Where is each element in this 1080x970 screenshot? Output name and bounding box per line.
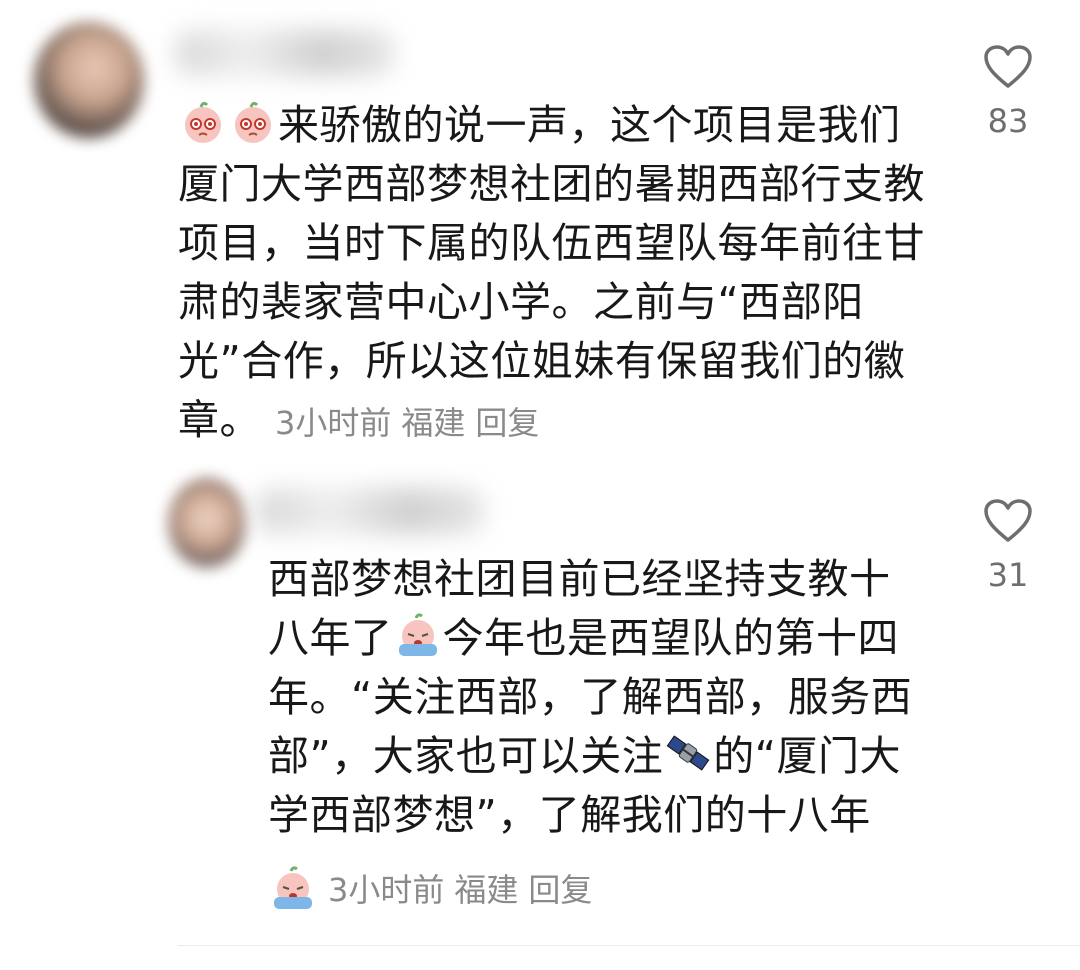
crying-peach-emoji xyxy=(270,865,316,911)
like-button[interactable]: 31 xyxy=(968,498,1048,594)
username-blurred[interactable] xyxy=(175,30,395,76)
reply-button[interactable]: 回复 xyxy=(475,404,539,442)
avatar[interactable] xyxy=(34,22,144,138)
reply-button[interactable]: 回复 xyxy=(528,871,592,909)
comment-time: 3小时前 xyxy=(328,870,445,909)
pleading-peach-emoji xyxy=(180,99,226,145)
comment-2-text: 西部梦想社团目前已经坚持支教十八年了 今年也是西望队的第十四年。“关注西部，了解… xyxy=(268,550,928,845)
like-count: 83 xyxy=(987,102,1029,140)
divider xyxy=(178,945,1080,946)
comment-2-meta: 3小时前 福建 回复 xyxy=(328,865,602,911)
comment-location: 福建 xyxy=(401,404,466,442)
username-blurred[interactable] xyxy=(255,488,485,534)
avatar[interactable] xyxy=(168,478,246,568)
crying-peach-emoji xyxy=(395,612,441,658)
comment-1-text: 来骄傲的说一声，这个项目是我们厦门大学西部梦想社团的暑期西部行支教项目，当时下属… xyxy=(178,96,938,453)
satellite-emoji xyxy=(665,730,711,776)
comment-time: 3小时前 xyxy=(275,404,392,442)
comment-location: 福建 xyxy=(454,870,519,909)
like-button[interactable]: 83 xyxy=(968,44,1048,140)
comment-1-meta: 3小时前 福建 回复 xyxy=(275,404,549,442)
comment-1-body: 来骄傲的说一声，这个项目是我们厦门大学西部梦想社团的暑期西部行支教项目，当时下属… xyxy=(178,101,925,444)
heart-outline-icon xyxy=(984,45,1032,88)
like-count: 31 xyxy=(987,556,1029,594)
pleading-peach-emoji xyxy=(230,99,276,145)
heart-outline-icon xyxy=(984,499,1032,542)
comment-2-footer: 3小时前 福建 回复 xyxy=(268,858,602,917)
